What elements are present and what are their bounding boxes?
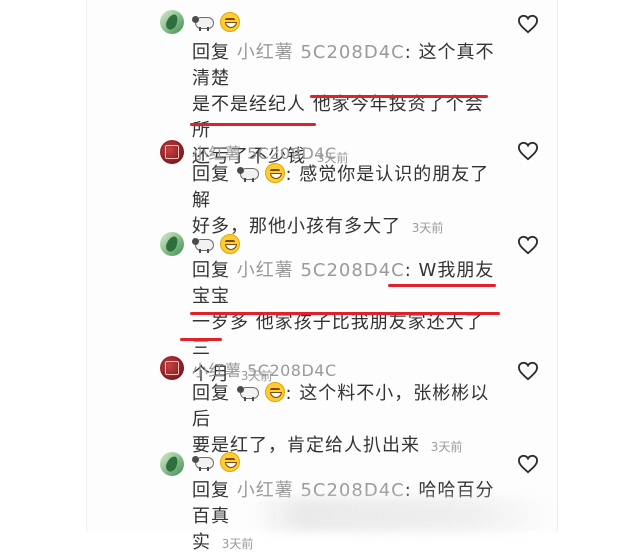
smile-emoji-icon xyxy=(265,382,286,402)
user-avatar[interactable] xyxy=(160,10,184,34)
sheep-emoji-icon xyxy=(192,238,214,253)
user-avatar[interactable] xyxy=(160,232,184,256)
seal-icon xyxy=(165,361,179,375)
red-underline xyxy=(310,95,488,98)
leaf-icon xyxy=(164,12,180,32)
reply-label: 回复 xyxy=(192,383,230,404)
author-emoji-name[interactable] xyxy=(192,452,240,473)
sheep-emoji-icon xyxy=(236,386,259,401)
red-underline xyxy=(190,123,316,126)
like-heart-icon[interactable] xyxy=(517,235,539,255)
reply-label: 回复 xyxy=(192,260,230,281)
comment-line: 实 xyxy=(192,532,211,553)
author-emoji-name[interactable] xyxy=(192,12,240,33)
reply-target-username[interactable]: 小红薯 5C208D4C xyxy=(237,260,405,281)
author-username[interactable]: 小红薯 5C208D4C xyxy=(192,140,337,164)
reply-label: 回复 xyxy=(192,42,230,63)
reply-label: 回复 xyxy=(192,164,230,185)
red-underline xyxy=(388,284,496,287)
comment-timestamp: 3天前 xyxy=(221,537,254,551)
blurred-watermark xyxy=(254,498,554,531)
smile-emoji-icon xyxy=(265,163,286,183)
smile-emoji-icon xyxy=(219,234,240,254)
like-heart-icon[interactable] xyxy=(517,141,539,161)
author-emoji-name[interactable] xyxy=(192,234,240,255)
reply-target-username[interactable]: 小红薯 5C208D4C xyxy=(237,42,405,63)
user-avatar[interactable] xyxy=(160,140,184,164)
author-username[interactable]: 小红薯 5C208D4C xyxy=(192,357,337,381)
red-underline xyxy=(180,338,222,341)
red-underline xyxy=(190,312,500,315)
sheep-emoji-icon xyxy=(236,167,259,182)
comment-line: 一岁多 他家孩子比我朋友家还大了三 xyxy=(192,312,484,359)
comment-text: 回复 : 感觉你是认识的朋友了解 好多，那他小孩有多大了 3天前 xyxy=(192,163,490,237)
user-avatar[interactable] xyxy=(160,356,184,380)
user-avatar[interactable] xyxy=(160,452,184,476)
reply-label: 回复 xyxy=(192,480,230,501)
like-heart-icon[interactable] xyxy=(517,361,539,381)
sheep-emoji-icon xyxy=(192,456,214,471)
like-heart-icon[interactable] xyxy=(517,454,539,474)
leaf-icon xyxy=(164,454,180,474)
comment-timestamp: 3天前 xyxy=(411,221,444,235)
comment-text: 回复 : 这个料不小，张彬彬以后 要是红了，肯定给人扒出来 3天前 xyxy=(192,382,490,456)
leaf-icon xyxy=(164,234,180,254)
smile-emoji-icon xyxy=(219,452,240,472)
seal-icon xyxy=(165,145,179,159)
like-heart-icon[interactable] xyxy=(517,14,539,34)
sheep-emoji-icon xyxy=(192,16,214,31)
smile-emoji-icon xyxy=(219,12,240,32)
comment-line: 是不是经纪人 他家今年投资了个会所 xyxy=(192,94,484,141)
comment-timestamp: 3天前 xyxy=(430,440,463,454)
